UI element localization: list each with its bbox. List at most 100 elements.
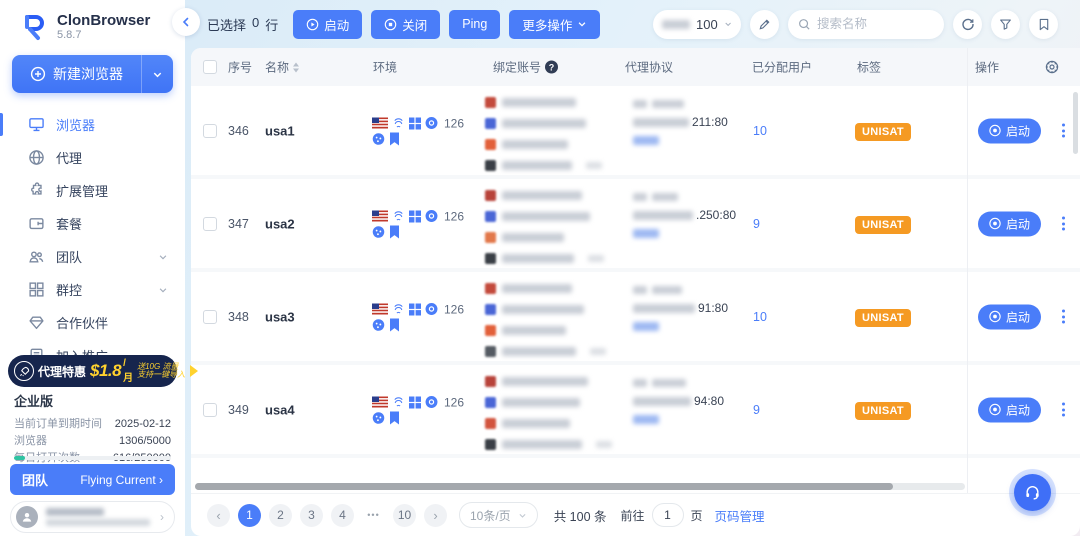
assigned-users-link[interactable]: 10: [753, 310, 767, 324]
env-icons: 126: [372, 393, 482, 426]
refresh-button[interactable]: [953, 10, 982, 39]
assigned-users-link[interactable]: 10: [753, 124, 767, 138]
row-checkbox[interactable]: [203, 217, 217, 231]
next-page-button[interactable]: ›: [424, 504, 447, 527]
page-manage-link[interactable]: 页码管理: [715, 506, 765, 525]
chrome-icon: [989, 125, 1001, 137]
sidebar-item-proxy[interactable]: 代理: [0, 141, 185, 174]
team-switch-button[interactable]: 团队 Flying Current ›: [10, 464, 175, 495]
row-more-menu[interactable]: [1059, 307, 1068, 327]
row-more-menu[interactable]: [1059, 121, 1068, 141]
group-select[interactable]: 100: [653, 10, 741, 39]
row-start-button[interactable]: 启动: [978, 211, 1041, 236]
row-start-button[interactable]: 启动: [978, 397, 1041, 422]
prev-page-button[interactable]: ‹: [207, 504, 230, 527]
header-users: 已分配用户: [752, 59, 812, 76]
new-browser-button[interactable]: 新建浏览器: [12, 55, 173, 93]
sidebar-item-group-control[interactable]: 群控: [0, 273, 185, 306]
bookmark-button[interactable]: [1029, 10, 1058, 39]
chevron-down-icon: [158, 285, 168, 295]
sidebar-item-label: 代理: [56, 148, 82, 167]
windows-icon: [409, 210, 421, 222]
assigned-users-link[interactable]: 9: [753, 217, 760, 231]
page-ellipsis[interactable]: •••: [362, 504, 385, 527]
table-row[interactable]: 347 usa2 126: [191, 179, 1080, 272]
new-browser-dropdown[interactable]: [141, 55, 173, 93]
goto-page-input[interactable]: [652, 503, 684, 527]
row-start-button[interactable]: 启动: [978, 118, 1041, 143]
sidebar-item-label: 扩展管理: [56, 181, 108, 200]
ping-button[interactable]: Ping: [449, 10, 500, 39]
plan-name: 企业版: [14, 391, 171, 410]
page-button-2[interactable]: 2: [269, 504, 292, 527]
sidebar-item-label: 团队: [56, 247, 82, 266]
page-button-4[interactable]: 4: [331, 504, 354, 527]
vertical-scrollbar[interactable]: [1073, 92, 1078, 154]
page-button-last[interactable]: 10: [393, 504, 416, 527]
fingerprint-icon: [392, 303, 405, 316]
play-arrow-icon: [190, 365, 198, 377]
row-start-button[interactable]: 启动: [978, 304, 1041, 329]
search-icon: [798, 18, 811, 31]
horizontal-scrollbar-track[interactable]: [195, 483, 965, 490]
fingerprint-icon: [392, 210, 405, 223]
clonbrowser-app: ClonBrowser 5.8.7 新建浏览器 浏览器: [0, 0, 1080, 536]
row-more-menu[interactable]: [1059, 400, 1068, 420]
column-settings-button[interactable]: [1044, 59, 1060, 75]
proxy-promo-banner[interactable]: 代理特惠 $1.8 /月 送10G 流量 支持一键导入: [8, 355, 177, 387]
chrome-icon: [989, 311, 1001, 323]
proxy-port: 211:80: [692, 115, 728, 129]
browser-name: usa2: [265, 216, 295, 231]
filter-button[interactable]: [991, 10, 1020, 39]
goto-prefix: 前往: [621, 507, 645, 524]
env-icons: 126: [372, 207, 482, 240]
help-icon[interactable]: ?: [545, 61, 558, 74]
assigned-users-link[interactable]: 9: [753, 403, 760, 417]
user-account-card[interactable]: ›: [10, 501, 175, 533]
table-header: 序号 名称 环境 绑定账号 ? 代理协议 已分配用户 标签 操作: [191, 48, 1080, 86]
tag-badge: UNISAT: [855, 309, 911, 327]
sidebar-item-plans[interactable]: 套餐: [0, 207, 185, 240]
sidebar-nav: 浏览器 代理 扩展管理 套餐: [0, 108, 185, 372]
support-float-button[interactable]: [1014, 474, 1051, 511]
page-button-1[interactable]: 1: [238, 504, 261, 527]
sidebar-item-extensions[interactable]: 扩展管理: [0, 174, 185, 207]
horizontal-scrollbar-thumb[interactable]: [195, 483, 893, 490]
fixed-column-divider: [967, 48, 968, 493]
promo-price: $1.8: [90, 361, 121, 381]
bookmark-flag-icon: [389, 225, 400, 238]
page-button-3[interactable]: 3: [300, 504, 323, 527]
row-more-menu[interactable]: [1059, 214, 1068, 234]
sidebar-item-team[interactable]: 团队: [0, 240, 185, 273]
table-row[interactable]: 349 usa4 126: [191, 365, 1080, 458]
us-flag-icon: [372, 211, 388, 222]
search-box: [788, 10, 944, 39]
redacted-proxy-link: [633, 136, 659, 145]
select-all-checkbox[interactable]: [203, 60, 217, 74]
edit-group-button[interactable]: [750, 10, 779, 39]
chrome-icon: [425, 396, 438, 409]
table-row[interactable]: 346 usa1 126: [191, 86, 1080, 179]
tag-badge: UNISAT: [855, 216, 911, 234]
sidebar-item-partners[interactable]: 合作伙伴: [0, 306, 185, 339]
browser-core-version: 126: [444, 116, 464, 130]
browser-name: usa1: [265, 123, 295, 138]
row-checkbox[interactable]: [203, 403, 217, 417]
row-checkbox[interactable]: [203, 310, 217, 324]
row-no: 349: [228, 403, 249, 417]
header-no: 序号: [228, 59, 252, 76]
sidebar-collapse-button[interactable]: [172, 8, 200, 36]
per-page-select[interactable]: 10条/页: [459, 502, 538, 528]
proxy-info: 94:80: [633, 379, 763, 431]
chevron-down-icon: [724, 19, 732, 29]
sort-icon[interactable]: [293, 62, 299, 72]
start-button[interactable]: 启动: [293, 10, 362, 39]
sidebar-item-browsers[interactable]: 浏览器: [0, 108, 185, 141]
search-input[interactable]: [817, 17, 927, 31]
table-row[interactable]: 348 usa3 126: [191, 272, 1080, 365]
bookmark-flag-icon: [389, 132, 400, 145]
row-checkbox[interactable]: [203, 124, 217, 138]
close-button[interactable]: 关闭: [371, 10, 440, 39]
proxy-info: 91:80: [633, 286, 763, 338]
more-actions-button[interactable]: 更多操作: [509, 10, 600, 39]
